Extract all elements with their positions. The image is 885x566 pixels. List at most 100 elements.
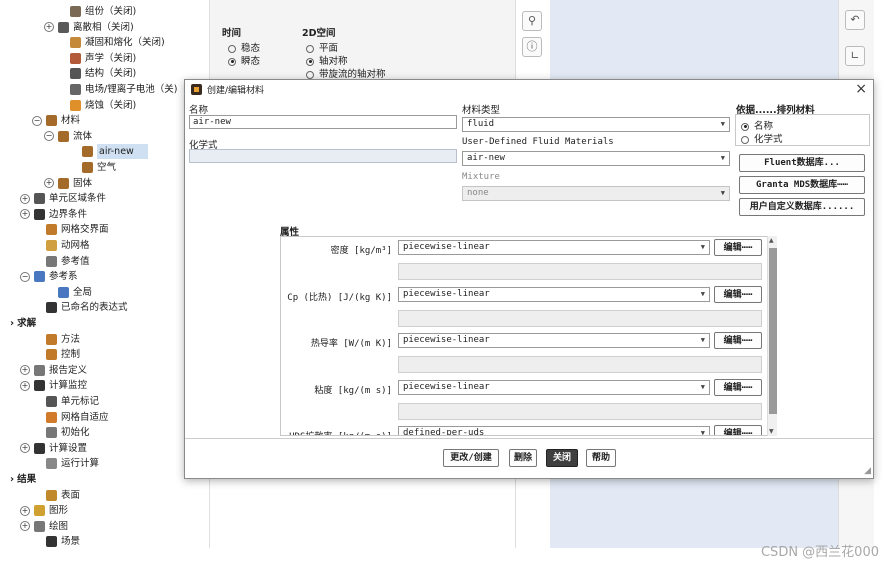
tree-item[interactable]: + 边界条件: [20, 207, 87, 222]
expand-icon[interactable]: +: [44, 22, 54, 33]
tree-item[interactable]: + 固体: [44, 176, 92, 191]
tree-item[interactable]: 网格交界面: [32, 222, 109, 237]
property-method-select[interactable]: piecewise-linear ▼: [398, 379, 710, 395]
radio-option[interactable]: 平面: [306, 40, 338, 54]
radio-button-icon[interactable]: [228, 44, 236, 53]
tree-item[interactable]: 凝固和熔化（关闭): [56, 35, 165, 50]
radio-button-icon[interactable]: [741, 122, 749, 131]
property-method-select[interactable]: piecewise-linear ▼: [398, 333, 710, 348]
database-button[interactable]: Fluent数据库...: [739, 154, 865, 172]
property-method-select[interactable]: piecewise-linear ▼: [398, 286, 710, 302]
tree-item[interactable]: 初始化: [32, 425, 90, 440]
mixture-select[interactable]: none ▼: [462, 186, 730, 201]
radio-option[interactable]: 化学式: [741, 131, 783, 145]
radio-button-icon[interactable]: [306, 57, 314, 66]
properties-scrollbar[interactable]: ▲ ▼: [767, 236, 777, 436]
tree-item[interactable]: 结构（关闭): [56, 66, 136, 81]
info-icon[interactable]: ⓘ: [522, 37, 542, 57]
name-field[interactable]: air-new: [189, 115, 457, 129]
material-type-select[interactable]: fluid ▼: [462, 117, 730, 132]
tree-item[interactable]: 已命名的表达式: [32, 300, 128, 315]
scroll-up-icon[interactable]: ▲: [769, 237, 774, 244]
property-edit-button[interactable]: 编辑⋯⋯: [714, 239, 762, 256]
expand-icon[interactable]: +: [20, 209, 30, 220]
dialog-titlebar[interactable]: 创建/编辑材料: [185, 80, 873, 98]
tree-item[interactable]: − 参考系: [20, 269, 78, 284]
tree-item[interactable]: 单元标记: [32, 394, 99, 409]
tree-item[interactable]: 控制: [32, 347, 80, 362]
property-edit-button[interactable]: 编辑⋯⋯: [714, 378, 762, 396]
collapse-icon[interactable]: −: [44, 131, 54, 142]
tree-item[interactable]: 场景: [32, 534, 80, 548]
collapse-icon[interactable]: −: [32, 115, 42, 126]
radio-button-icon[interactable]: [228, 57, 236, 66]
radio-option[interactable]: 带旋流的轴对称: [306, 66, 386, 80]
radio-button-icon[interactable]: [741, 135, 749, 144]
radio-button-icon[interactable]: [306, 70, 314, 79]
axes-icon[interactable]: ∟: [845, 46, 865, 66]
tree-item[interactable]: + 单元区域条件: [20, 191, 106, 206]
tree-item[interactable]: 声学（关闭): [56, 51, 136, 66]
tree-item[interactable]: + 计算设置: [20, 441, 87, 456]
expand-icon[interactable]: +: [20, 193, 30, 204]
tree-item[interactable]: 运行计算: [32, 456, 99, 471]
expand-icon[interactable]: +: [20, 380, 30, 391]
udf-materials-select[interactable]: air-new ▼: [462, 151, 730, 166]
resize-grip-icon[interactable]: ◢: [864, 466, 871, 476]
expand-icon[interactable]: +: [20, 505, 30, 516]
radio-option[interactable]: 稳态: [228, 40, 260, 54]
tree-item[interactable]: 动网格: [32, 238, 90, 253]
radio-option[interactable]: 瞬态: [228, 53, 260, 67]
outline-tree[interactable]: 组份（关闭) + 离散相（关闭) 凝固和熔化（关闭) 声学（关闭) 结构（关闭) 电场/锂离…: [10, 0, 210, 548]
tree-item[interactable]: 电场/锂离子电池（关): [56, 82, 177, 97]
property-edit-button[interactable]: 编辑⋯⋯: [714, 285, 762, 303]
property-edit-button[interactable]: 编辑⋯⋯: [714, 332, 762, 349]
expand-icon[interactable]: +: [20, 521, 30, 532]
collapse-icon[interactable]: −: [20, 271, 30, 282]
scroll-down-icon[interactable]: ▼: [769, 428, 774, 435]
tree-item[interactable]: 参考值: [32, 254, 90, 269]
database-button[interactable]: Granta MDS数据库⋯⋯: [739, 176, 865, 194]
tree-item[interactable]: › 求解: [10, 316, 36, 331]
property-method-select[interactable]: piecewise-linear ▼: [398, 240, 710, 255]
property-value-field[interactable]: [398, 402, 762, 420]
tree-item[interactable]: › 结果: [10, 472, 36, 487]
tree-item[interactable]: − 材料: [32, 113, 80, 128]
expand-icon[interactable]: +: [20, 443, 30, 454]
radio-button-icon[interactable]: [306, 44, 314, 53]
tree-item[interactable]: 空气: [68, 160, 116, 175]
expand-icon[interactable]: +: [44, 178, 54, 189]
property-edit-button[interactable]: 编辑⋯⋯: [714, 425, 762, 435]
tree-item[interactable]: 方法: [32, 332, 80, 347]
help-button[interactable]: 帮助: [586, 449, 616, 467]
radio-option[interactable]: 名称: [741, 118, 773, 132]
tree-item[interactable]: 全局: [44, 285, 92, 300]
undo-icon[interactable]: ↶: [845, 10, 865, 30]
scrollbar-thumb[interactable]: [769, 248, 777, 414]
property-method-select[interactable]: defined-per-uds ▼: [398, 426, 710, 435]
database-button[interactable]: 用户自定义数据库......: [739, 198, 865, 216]
tree-item[interactable]: + 离散相（关闭): [44, 20, 134, 35]
tree-item[interactable]: + 报告定义: [20, 363, 87, 378]
formula-field[interactable]: [189, 149, 457, 163]
radio-option[interactable]: 轴对称: [306, 53, 348, 67]
tree-item[interactable]: 网格自适应: [32, 410, 109, 425]
property-value-field[interactable]: [398, 356, 762, 373]
tree-item[interactable]: − 流体: [44, 129, 92, 144]
delete-button[interactable]: 删除: [509, 449, 537, 467]
tree-item[interactable]: 烧蚀（关闭): [56, 98, 136, 113]
scene-icon: [46, 536, 57, 548]
change-create-button[interactable]: 更改/创建: [443, 449, 499, 467]
tree-item[interactable]: + 计算监控: [20, 378, 87, 393]
expand-icon[interactable]: +: [20, 365, 30, 376]
tree-item[interactable]: air-new: [68, 144, 148, 160]
close-icon[interactable]: ×: [855, 81, 867, 97]
tree-item[interactable]: + 绘图: [20, 519, 68, 534]
tree-item[interactable]: + 图形: [20, 503, 68, 518]
property-value-field[interactable]: [398, 263, 762, 280]
close-button[interactable]: 关闭: [546, 449, 578, 467]
zoom-icon[interactable]: ⚲: [522, 11, 542, 31]
tree-item[interactable]: 表面: [32, 488, 80, 503]
property-value-field[interactable]: [398, 309, 762, 327]
tree-item[interactable]: 组份（关闭): [56, 4, 136, 19]
